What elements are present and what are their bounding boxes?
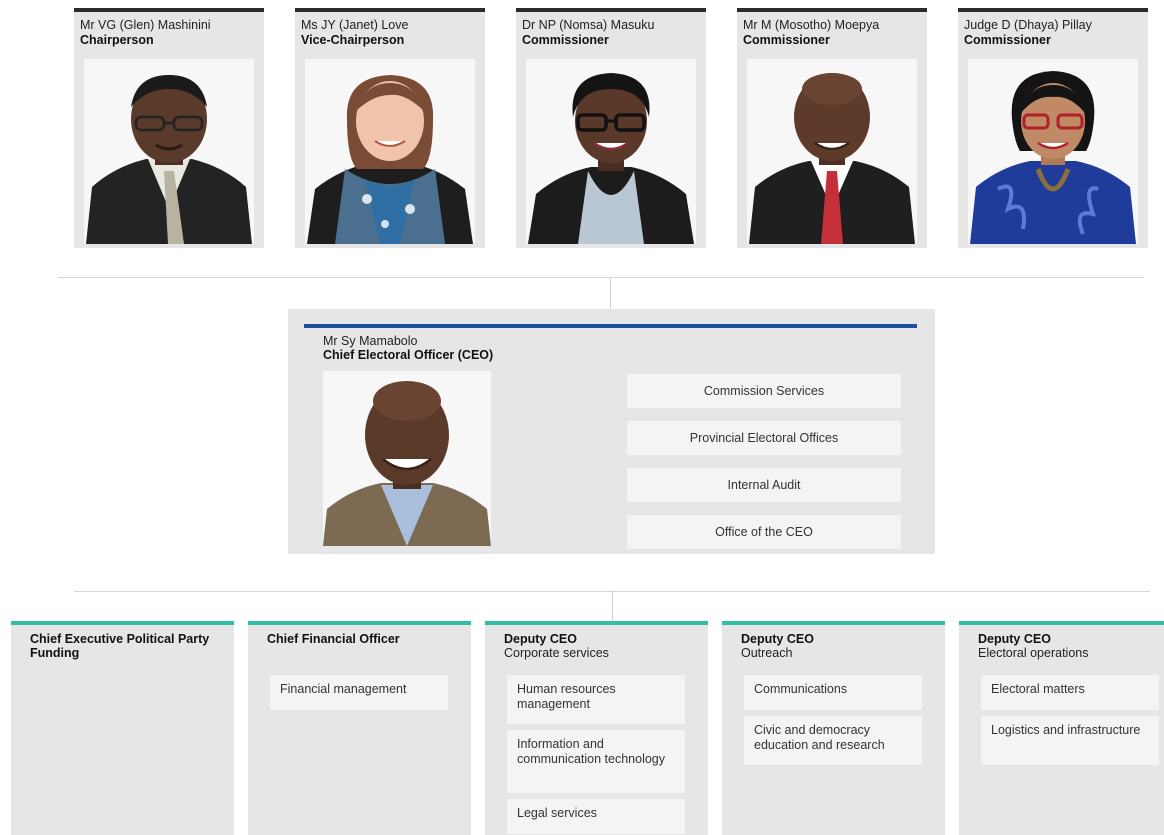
ceo-title: Chief Electoral Officer (CEO) — [323, 348, 494, 362]
department-column-outreach: Deputy CEO Outreach Communications Civic… — [722, 621, 945, 835]
department-unit-box: Electoral matters — [981, 675, 1159, 710]
board-to-ceo-connector — [610, 278, 611, 309]
department-unit-box: Communications — [744, 675, 922, 710]
department-unit-box: Information and communication technology — [507, 730, 685, 793]
department-subtitle: Electoral operations — [978, 646, 1089, 660]
department-column-cfo: Chief Financial Officer Financial manage… — [248, 621, 471, 835]
department-unit-box: Legal services — [507, 799, 685, 834]
ceo-portrait-photo — [323, 371, 491, 546]
portrait-photo — [968, 59, 1138, 244]
department-unit-box: Financial management — [270, 675, 448, 710]
commissioner-title: Commissioner — [964, 33, 1051, 47]
commissioner-title: Commissioner — [522, 33, 609, 47]
department-column-electoral-operations: Deputy CEO Electoral operations Electora… — [959, 621, 1164, 835]
ceo-accent-bar — [304, 324, 917, 328]
department-unit-box: Logistics and infrastructure — [981, 716, 1159, 765]
portrait-photo — [526, 59, 696, 244]
commissioner-title: Chairperson — [80, 33, 154, 47]
department-column-corporate-services: Deputy CEO Corporate services Human reso… — [485, 621, 708, 835]
commissioner-name: Ms JY (Janet) Love — [301, 18, 409, 32]
department-subtitle: Outreach — [741, 646, 793, 660]
portrait-photo — [84, 59, 254, 244]
commissioner-name: Judge D (Dhaya) Pillay — [964, 18, 1092, 32]
commissioner-card-pillay: Judge D (Dhaya) Pillay Commissioner — [958, 8, 1148, 248]
department-unit-box: Human resources management — [507, 675, 685, 724]
department-head: Deputy CEO — [504, 632, 577, 646]
commissioner-title: Vice-Chairperson — [301, 33, 405, 47]
department-column-political-party-funding: Chief Executive Political Party Funding — [11, 621, 234, 835]
ceo-unit-box: Internal Audit — [627, 468, 901, 502]
department-head: Chief Financial Officer — [267, 632, 400, 646]
ceo-unit-box: Provincial Electoral Offices — [627, 421, 901, 455]
commissioner-card-chairperson: Mr VG (Glen) Mashinini Chairperson — [74, 8, 264, 248]
portrait-photo — [747, 59, 917, 244]
board-divider-line — [58, 277, 1144, 278]
ceo-unit-box: Commission Services — [627, 374, 901, 408]
commissioner-card-moepya: Mr M (Mosotho) Moepya Commissioner — [737, 8, 927, 248]
commissioner-title: Commissioner — [743, 33, 830, 47]
ceo-name: Mr Sy Mamabolo — [323, 334, 418, 348]
department-head: Deputy CEO — [741, 632, 814, 646]
commissioner-card-masuku: Dr NP (Nomsa) Masuku Commissioner — [516, 8, 706, 248]
commissioner-name: Mr M (Mosotho) Moepya — [743, 18, 880, 32]
commissioner-name: Mr VG (Glen) Mashinini — [80, 18, 211, 32]
ceo-panel: Mr Sy Mamabolo Chief Electoral Officer (… — [288, 309, 935, 554]
commissioner-name: Dr NP (Nomsa) Masuku — [522, 18, 655, 32]
department-subtitle: Corporate services — [504, 646, 609, 660]
department-head: Deputy CEO — [978, 632, 1051, 646]
department-unit-box: Civic and democracy education and resear… — [744, 716, 922, 765]
department-head: Chief Executive Political Party Funding — [30, 632, 210, 660]
ceo-unit-box: Office of the CEO — [627, 515, 901, 549]
portrait-photo — [305, 59, 475, 244]
commissioner-card-vice-chairperson: Ms JY (Janet) Love Vice-Chairperson — [295, 8, 485, 248]
ceo-to-departments-connector — [612, 591, 613, 621]
